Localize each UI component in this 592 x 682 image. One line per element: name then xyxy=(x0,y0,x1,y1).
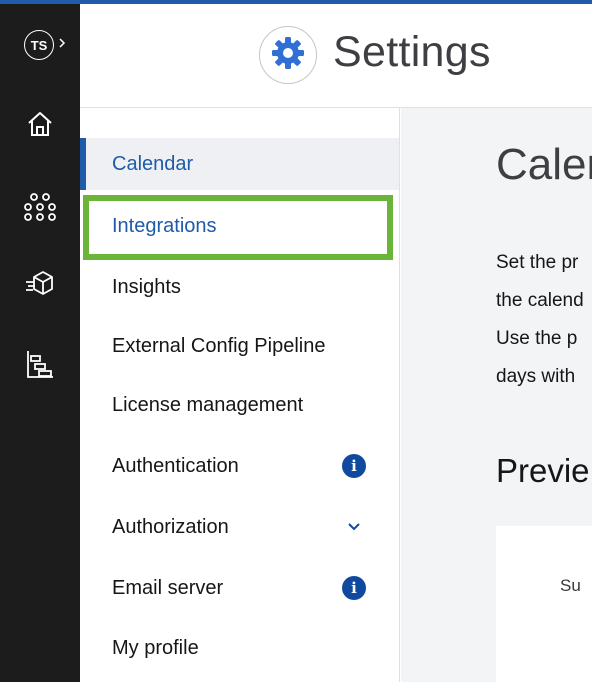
weekday-header: Su xyxy=(560,576,581,595)
section-title: Calen xyxy=(496,140,592,189)
menu-item-label: Insights xyxy=(112,275,181,298)
deploy-box-icon[interactable] xyxy=(24,268,56,300)
menu-item-authentication[interactable]: Authentication i xyxy=(80,440,399,492)
chevron-down-icon[interactable] xyxy=(344,517,364,537)
description-line: Use the p xyxy=(496,328,578,349)
menu-item-label: External Config Pipeline xyxy=(112,334,326,357)
menu-item-label: My profile xyxy=(112,636,199,659)
settings-badge xyxy=(259,26,317,84)
description-line: the calend xyxy=(496,290,584,311)
menu-item-insights[interactable]: Insights xyxy=(80,261,399,313)
menu-item-label: Authentication xyxy=(112,454,239,477)
menu-item-authorization[interactable]: Authorization xyxy=(80,501,399,553)
home-icon[interactable] xyxy=(24,108,56,140)
main-content: Calen Set the pr the calend Use the p da… xyxy=(401,108,592,682)
menu-item-license-management[interactable]: License management xyxy=(80,379,399,431)
menu-item-email-server[interactable]: Email server i xyxy=(80,562,399,614)
calendar-preview: Su xyxy=(496,526,592,682)
page-header: Settings xyxy=(80,4,592,108)
gear-icon xyxy=(270,35,306,76)
menu-item-label: License management xyxy=(112,393,304,416)
page-title: Settings xyxy=(333,28,491,76)
preview-heading: Previe xyxy=(496,452,590,489)
left-nav-rail: TS xyxy=(0,0,80,682)
description-line: days with xyxy=(496,366,576,387)
gantt-chart-icon[interactable] xyxy=(24,348,56,380)
apps-grid-icon[interactable] xyxy=(24,191,56,223)
avatar[interactable]: TS xyxy=(24,30,54,60)
top-accent-strip xyxy=(0,0,592,4)
menu-item-label: Email server xyxy=(112,576,224,599)
highlight-outline xyxy=(83,195,393,260)
menu-item-external-config-pipeline[interactable]: External Config Pipeline xyxy=(80,320,399,372)
menu-item-label: Calendar xyxy=(112,152,194,175)
menu-item-calendar[interactable]: Calendar xyxy=(80,138,399,190)
info-icon[interactable]: i xyxy=(342,454,366,478)
info-icon[interactable]: i xyxy=(342,576,366,600)
menu-item-my-profile[interactable]: My profile xyxy=(80,622,399,674)
chevron-right-icon xyxy=(58,36,66,54)
user-menu[interactable]: TS xyxy=(24,30,66,60)
menu-item-label: Authorization xyxy=(112,515,229,538)
description-line: Set the pr xyxy=(496,252,579,273)
